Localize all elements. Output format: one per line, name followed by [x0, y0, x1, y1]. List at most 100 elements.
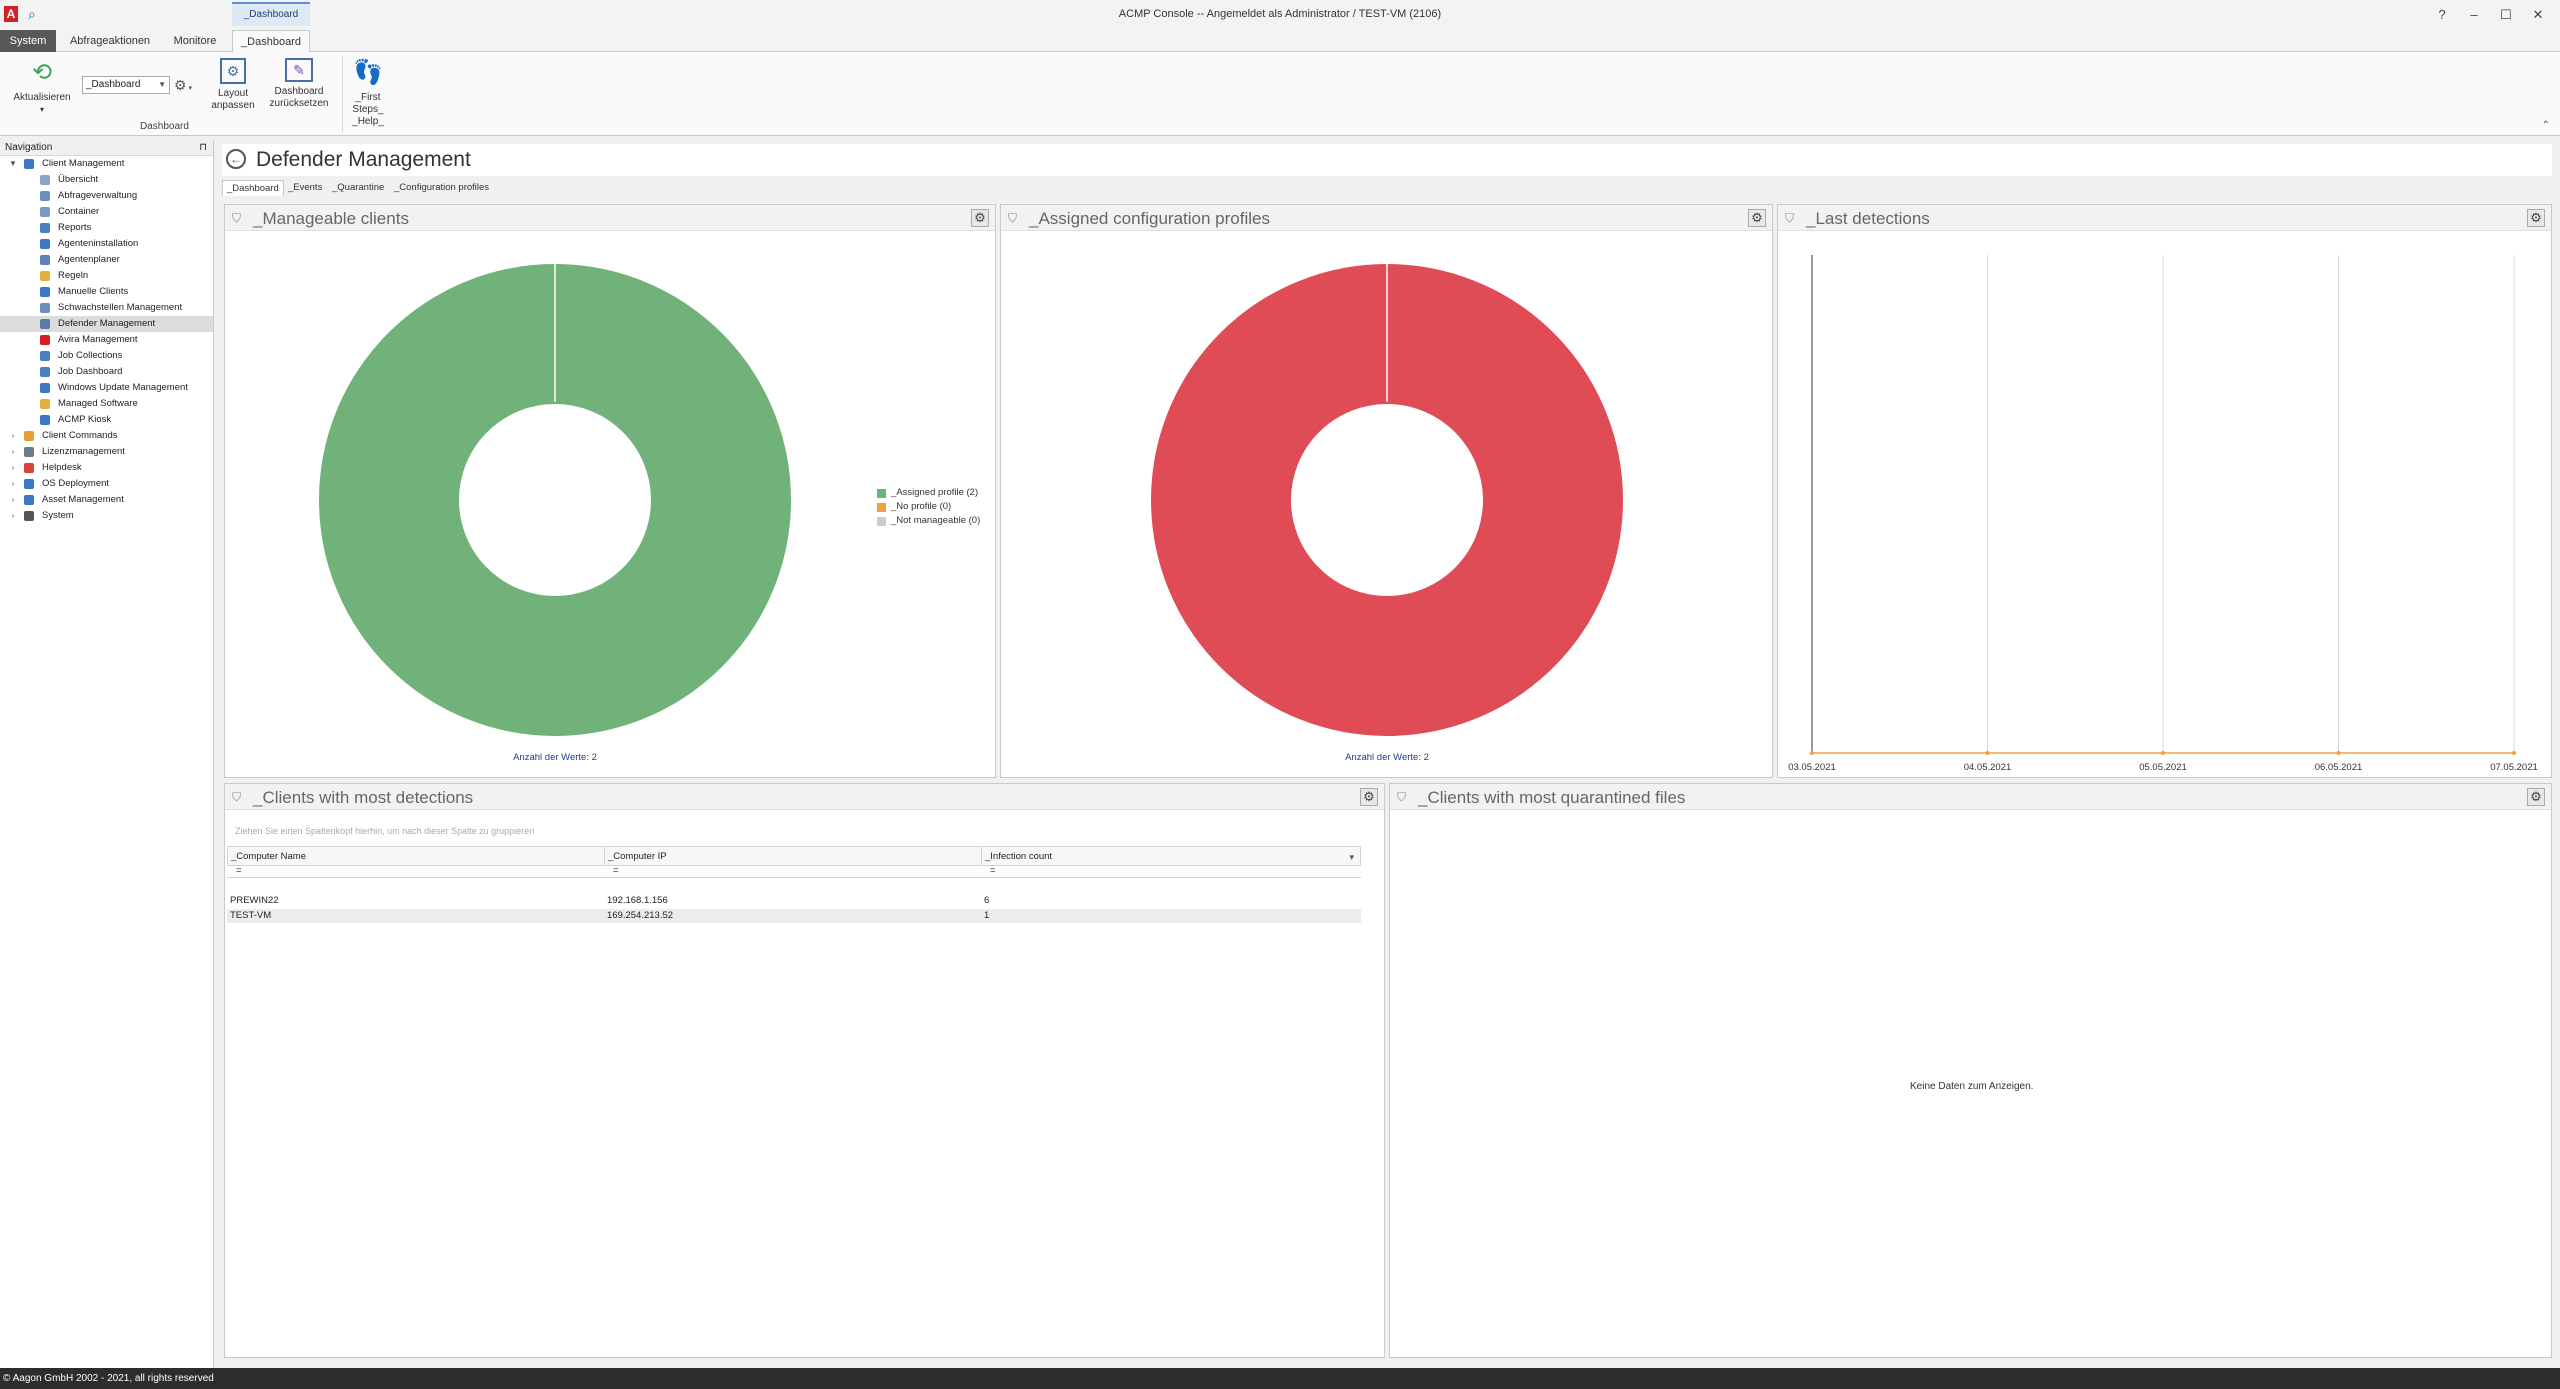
sidebar-item-label: Abfrageverwaltung	[58, 190, 138, 201]
refresh-dropdown-icon[interactable]: ▾	[6, 104, 78, 116]
sidebar-item[interactable]: ▼ Client Management	[0, 156, 213, 172]
sidebar-item[interactable]: › Asset Management	[0, 492, 213, 508]
filter-operator-icon[interactable]: =	[610, 866, 619, 877]
panel-settings-button[interactable]: ⚙	[1360, 788, 1378, 806]
tab-system[interactable]: System	[0, 30, 56, 52]
sidebar-item[interactable]: › Lizenzmanagement	[0, 444, 213, 460]
tab-events[interactable]: _Events	[284, 180, 326, 196]
page-title: Defender Management	[256, 148, 471, 171]
sidebar-item[interactable]: Reports	[0, 220, 213, 236]
table-row[interactable]: PREWIN22 192.168.1.156 6	[227, 894, 1361, 908]
shield-icon: ⛉	[1397, 790, 1407, 804]
most-quarantined-panel: ⛉ _Clients with most quarantined files ⚙…	[1389, 783, 2552, 1358]
tab-configuration-profiles[interactable]: _Configuration profiles	[390, 180, 493, 196]
panel-header: ⛉ _Manageable clients ⚙	[225, 205, 995, 231]
panel-settings-button[interactable]: ⚙	[1748, 209, 1766, 227]
column-header-label: _Infection count	[985, 851, 1053, 862]
chevron-right-icon[interactable]: ›	[8, 460, 18, 476]
quick-search-icon[interactable]: ⌕	[28, 5, 46, 23]
sidebar-item[interactable]: Job Collections	[0, 348, 213, 364]
sidebar-item[interactable]: Regeln	[0, 268, 213, 284]
nav-item-icon	[40, 351, 50, 361]
footsteps-icon: 👣	[353, 59, 383, 86]
sidebar-item-label: Managed Software	[58, 398, 138, 409]
sidebar-item[interactable]: Windows Update Management	[0, 380, 213, 396]
sidebar-item[interactable]: Agentenplaner	[0, 252, 213, 268]
sidebar-item[interactable]: Übersicht	[0, 172, 213, 188]
empty-state-text: Keine Daten zum Anzeigen.	[1910, 1081, 2034, 1092]
sidebar-item-label: Windows Update Management	[58, 382, 188, 393]
reset-dashboard-button[interactable]: ✎ Dashboard zurücksetzen	[266, 58, 332, 110]
x-tick-label: 07.05.2021	[2490, 762, 2538, 773]
sidebar-item[interactable]: › Client Commands	[0, 428, 213, 444]
values-count: Anzahl der Werte: 2	[1345, 752, 1429, 763]
first-steps-label-3: _Help_	[352, 116, 384, 127]
panel-header: ⛉ _Last detections ⚙	[1778, 205, 2551, 231]
manageable-clients-panel: ⛉ _Manageable clients ⚙ Anzahl der Werte…	[224, 204, 996, 778]
x-tick-label: 04.05.2021	[1964, 762, 2012, 773]
panel-settings-button[interactable]: ⚙	[2527, 209, 2545, 227]
tab-quarantine[interactable]: _Quarantine	[328, 180, 388, 196]
group-by-hint: Ziehen Sie einen Spaltenkopf hierhin, um…	[235, 826, 535, 836]
reset-label-2: zurücksetzen	[269, 98, 329, 109]
dashboard-select[interactable]: _Dashboard ▼	[82, 76, 170, 94]
sidebar-item[interactable]: Agenteninstallation	[0, 236, 213, 252]
collapse-ribbon-icon[interactable]: ⌃	[2542, 120, 2550, 131]
gear-icon: ⚙	[974, 210, 986, 225]
sidebar-item[interactable]: Abfrageverwaltung	[0, 188, 213, 204]
chevron-right-icon[interactable]: ›	[8, 492, 18, 508]
dashboard-settings-button[interactable]: ⚙ ▾	[174, 76, 200, 94]
first-steps-button[interactable]: 👣 _First Steps_ _Help_	[346, 58, 390, 128]
pin-icon[interactable]: ⊓	[199, 140, 207, 156]
sidebar-item-label: Asset Management	[42, 494, 124, 505]
sidebar-item[interactable]: Job Dashboard	[0, 364, 213, 380]
sidebar-item[interactable]: › Helpdesk	[0, 460, 213, 476]
sidebar-item[interactable]: ACMP Kiosk	[0, 412, 213, 428]
title-bar: A ⌕ _Dashboard ACMP Console -- Angemelde…	[0, 0, 2560, 30]
tab-dashboard[interactable]: _Dashboard	[232, 30, 310, 53]
reset-label-1: Dashboard	[274, 86, 324, 97]
data-point	[2512, 751, 2516, 755]
chevron-right-icon[interactable]: ›	[8, 444, 18, 460]
refresh-button[interactable]: ⟲ Aktualisieren ▾	[6, 58, 78, 116]
nav-item-icon	[40, 335, 50, 345]
chevron-right-icon[interactable]: ›	[8, 476, 18, 492]
minimize-icon[interactable]: –	[2462, 5, 2486, 25]
maximize-icon[interactable]: ☐	[2494, 5, 2518, 25]
tab-monitore[interactable]: Monitore	[164, 30, 226, 52]
column-header-computer-name[interactable]: _Computer Name	[228, 847, 605, 865]
sidebar-item[interactable]: Managed Software	[0, 396, 213, 412]
chevron-right-icon[interactable]: ›	[8, 508, 18, 524]
sidebar-item[interactable]: Manuelle Clients	[0, 284, 213, 300]
legend-label: _Assigned profile (2)	[891, 487, 979, 498]
column-header-computer-ip[interactable]: _Computer IP	[605, 847, 982, 865]
column-header-infection-count[interactable]: _Infection count ▾	[982, 847, 1360, 865]
sidebar-item[interactable]: Avira Management	[0, 332, 213, 348]
sidebar-item[interactable]: › OS Deployment	[0, 476, 213, 492]
sidebar-item[interactable]: › System	[0, 508, 213, 524]
table-row[interactable]: TEST-VM 169.254.213.52 1	[227, 909, 1361, 923]
filter-operator-icon[interactable]: =	[987, 866, 996, 877]
sidebar-item[interactable]: Schwachstellen Management	[0, 300, 213, 316]
tab-abfrageaktionen[interactable]: Abfrageaktionen	[62, 30, 158, 52]
data-point	[1810, 751, 1814, 755]
close-icon[interactable]: ✕	[2526, 5, 2550, 25]
sidebar-item[interactable]: Defender Management	[0, 316, 213, 332]
help-icon[interactable]: ?	[2430, 5, 2454, 25]
panel-title: _Manageable clients	[253, 209, 409, 228]
app-logo-icon[interactable]: A	[4, 6, 18, 22]
chevron-right-icon[interactable]: ›	[8, 428, 18, 444]
first-steps-label-2: Steps_	[352, 104, 384, 115]
sidebar-item-label: Übersicht	[58, 174, 99, 185]
tab-dashboard-sub[interactable]: _Dashboard	[222, 180, 284, 196]
back-icon[interactable]: ←	[226, 149, 246, 169]
shield-icon: ⛉	[1008, 211, 1018, 225]
sidebar-item[interactable]: Container	[0, 204, 213, 220]
layout-button[interactable]: ⚙ Layout anpassen	[206, 58, 260, 112]
chevron-down-icon[interactable]: ▼	[8, 156, 18, 172]
panel-settings-button[interactable]: ⚙	[2527, 788, 2545, 806]
nav-item-icon	[40, 319, 50, 329]
panel-settings-button[interactable]: ⚙	[971, 209, 989, 227]
filter-operator-icon[interactable]: =	[233, 866, 242, 877]
status-bar: © Aagon GmbH 2002 - 2021, all rights res…	[0, 1368, 2560, 1389]
